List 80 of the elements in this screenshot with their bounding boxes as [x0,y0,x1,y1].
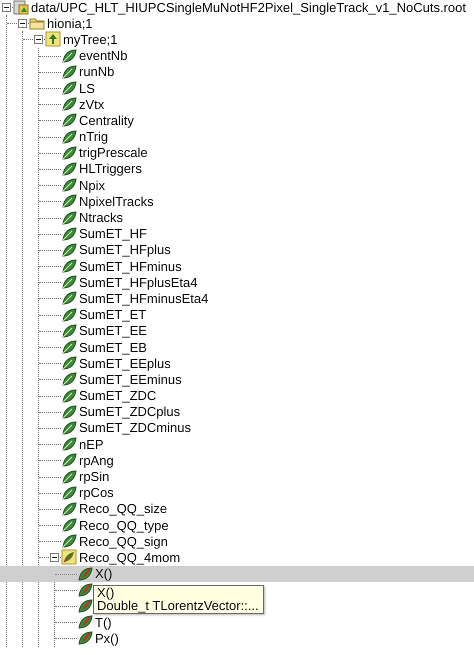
leaf-icon [61,404,77,420]
leaf-icon [61,517,77,534]
leaf-icon [61,112,77,128]
tree-item[interactable]: Reco_QQ_sign [39,533,474,550]
tree-item[interactable]: eventNb [39,48,474,64]
leaf-icon [61,468,77,485]
tree-item[interactable]: hionia;1 [7,15,474,32]
tree-item[interactable]: T() [55,614,474,630]
tree-item[interactable]: SumET_EEplus [39,355,474,372]
leaf-icon [77,614,93,630]
leaf-icon [61,128,77,145]
tree-item[interactable]: Reco_QQ_4mom [39,549,474,566]
tree-item[interactable]: SumET_ET [39,306,474,323]
tree-item[interactable]: rpAng [39,452,474,468]
leaf-icon [77,630,93,646]
tree-item[interactable]: SumET_EEminus [39,371,474,388]
leaf-icon [61,274,77,290]
tree-item[interactable]: Npix [39,177,474,194]
leaf-icon [77,598,93,614]
leaf-icon [61,258,77,274]
tree-item[interactable]: rpSin [39,468,474,485]
leaf-icon [61,242,77,258]
tree-item[interactable]: HLTriggers [39,160,474,178]
leaf-icon [61,339,77,356]
tree-item[interactable]: nEP [39,436,474,452]
leaf-icon [61,193,77,210]
leaf-icon [61,533,77,550]
collapse-toggle[interactable] [34,34,43,44]
tree-item[interactable]: Reco_QQ_type [39,517,474,534]
leaf-icon [61,48,77,64]
tree-item[interactable]: Reco_QQ_size [39,500,474,517]
leaf-icon [61,64,77,80]
leaf-folder-icon [61,549,77,566]
leaf-icon [61,96,77,112]
tree-item[interactable]: Ntracks [39,209,474,226]
file-icon [13,0,29,16]
leaf-icon [61,371,77,388]
tree-item[interactable]: SumET_EB [39,338,474,356]
collapse-toggle[interactable] [18,18,27,28]
leaf-icon [61,452,77,468]
leaf-icon [61,210,77,226]
leaf-icon [61,322,77,339]
leaf-icon [61,484,77,501]
tree-item[interactable]: Px() [55,630,474,646]
tree-item[interactable]: data/UPC_HLT_HIUPCSingleMuNotHF2Pixel_SingleTrack_v1_NoCuts.root [0,0,474,16]
tree-item[interactable]: NpixelTracks [39,193,474,210]
tooltip-title: X() [97,584,114,600]
leaf-icon [61,388,77,404]
tree-item[interactable]: SumET_ZDC [39,388,474,404]
leaf-icon [61,436,77,452]
leaf-icon [61,160,77,177]
tree-item[interactable]: SumET_HF [39,226,474,242]
leaf-icon [61,290,77,306]
tree-item[interactable]: SumET_HFplusEta4 [39,274,474,290]
leaf-icon [61,144,77,161]
leaf-icon [77,566,93,582]
tree-item[interactable]: SumET_EE [39,322,474,339]
leaf-icon [61,420,77,436]
tree-item[interactable]: nTrig [39,128,474,145]
leaf-icon [77,582,93,598]
leaf-icon [61,177,77,194]
leaf-icon [61,80,77,96]
tree-item[interactable]: SumET_ZDCplus [39,404,474,420]
tree-item[interactable]: runNb [39,64,474,80]
tree-item[interactable]: Centrality [39,112,474,128]
tree-item[interactable]: SumET_HFplus [39,242,474,258]
tree-item[interactable]: SumET_ZDCminus [39,420,474,436]
tree-item[interactable]: SumET_HFminusEta4 [39,290,474,307]
leaf-icon [61,355,77,372]
tree-item[interactable]: SumET_HFminus [39,258,474,274]
tree-item[interactable]: trigPrescale [39,144,474,161]
collapse-toggle[interactable] [2,2,11,12]
tree-item[interactable]: rpCos [39,484,474,501]
tree-item[interactable]: LS [39,80,474,96]
leaf-icon [61,306,77,323]
leaf-icon [61,500,77,517]
tree-item[interactable]: zVtx [39,96,474,112]
tree-item[interactable]: myTree;1 [23,31,474,48]
leaf-icon [61,226,77,242]
collapse-toggle[interactable] [50,552,59,562]
